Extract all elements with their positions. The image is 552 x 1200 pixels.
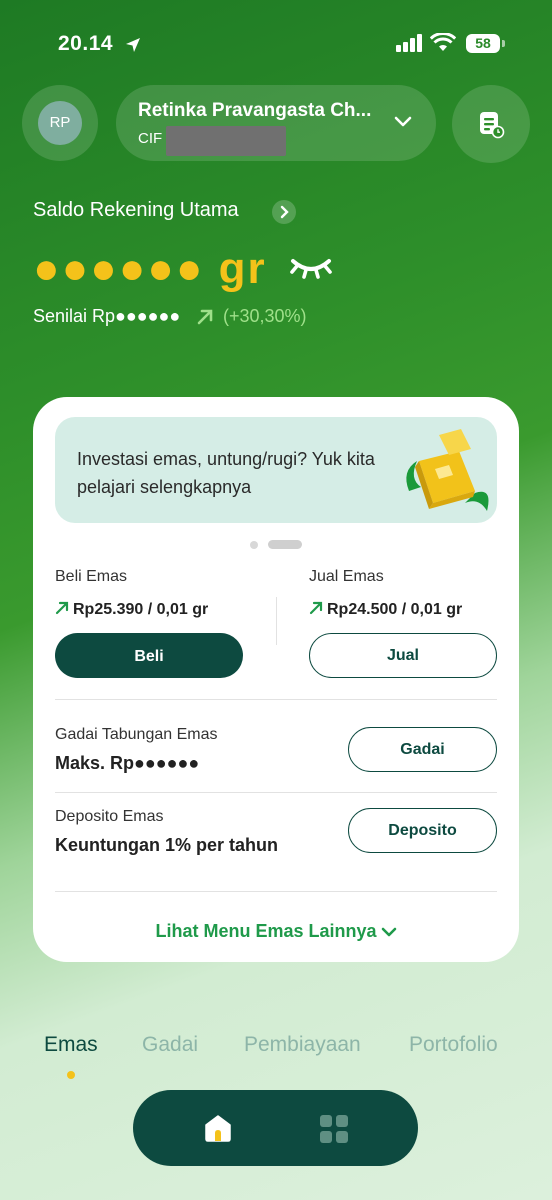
home-icon[interactable] [203, 1114, 233, 1142]
bottom-navigation [133, 1090, 418, 1166]
battery-indicator: 58 [466, 34, 500, 53]
carousel-dot-active[interactable] [268, 540, 302, 549]
divider [55, 792, 497, 793]
buy-button[interactable]: Beli [55, 633, 243, 678]
carousel-dot[interactable] [250, 541, 258, 549]
active-tab-indicator [67, 1071, 75, 1079]
divider [276, 597, 277, 645]
deposit-profit: Keuntungan 1% per tahun [55, 835, 279, 855]
balance-detail-button[interactable] [272, 200, 296, 224]
account-selector[interactable]: Retinka Pravangasta Ch... CIF [116, 85, 436, 161]
chevron-right-icon [280, 205, 289, 219]
divider [55, 699, 497, 700]
avatar-button[interactable]: RP [22, 85, 98, 161]
battery-tip [502, 40, 505, 47]
gold-bars-illustration [406, 429, 489, 511]
chevron-down-icon [381, 927, 396, 937]
eye-closed-icon[interactable] [289, 255, 333, 281]
balance-label: Saldo Rekening Utama [33, 199, 239, 221]
trend-up-icon [197, 309, 213, 325]
tab-pembiayaan[interactable]: Pembiayaan [244, 1033, 361, 1057]
promo-banner-text: Investasi emas, untung/rugi? Yuk kita pe… [77, 449, 375, 497]
avatar: RP [38, 101, 82, 145]
chevron-down-icon [394, 116, 412, 127]
sell-button[interactable]: Jual [309, 633, 497, 678]
sell-gold-label: Jual Emas [309, 568, 384, 585]
tab-portofolio[interactable]: Portofolio [409, 1033, 498, 1057]
balance-equivalent: Senilai Rp●●●●●● [33, 306, 181, 326]
deposit-label: Deposito Emas [55, 808, 164, 825]
transaction-history-button[interactable] [452, 85, 530, 163]
trend-up-icon [309, 601, 323, 615]
account-name: Retinka Pravangasta Ch... [138, 100, 372, 121]
trend-up-icon [55, 601, 69, 615]
deposit-button[interactable]: Deposito [348, 808, 497, 853]
promo-banner[interactable]: Investasi emas, untung/rugi? Yuk kita pe… [55, 417, 497, 523]
cif-redacted [166, 126, 286, 156]
sell-gold-price-value: Rp24.500 / 0,01 gr [327, 601, 463, 618]
tab-gadai[interactable]: Gadai [142, 1033, 198, 1057]
buy-gold-label: Beli Emas [55, 568, 128, 585]
more-gold-menu-label: Lihat Menu Emas Lainnya [155, 921, 377, 941]
sell-gold-price: Rp24.500 / 0,01 gr [309, 601, 462, 619]
balance-change: (+30,30%) [223, 306, 307, 326]
more-gold-menu-link[interactable]: Lihat Menu Emas Lainnya [33, 921, 519, 942]
pawn-label: Gadai Tabungan Emas [55, 726, 218, 743]
buy-gold-price: Rp25.390 / 0,01 gr [55, 601, 208, 619]
document-clock-icon [480, 112, 505, 139]
cif-label: CIF [138, 130, 163, 147]
product-tabs: Emas Gadai Pembiayaan Portofolio [0, 1033, 552, 1063]
divider [55, 891, 497, 892]
location-arrow-icon [126, 38, 140, 52]
wifi-icon [430, 33, 456, 51]
grid-menu-icon[interactable] [319, 1114, 349, 1144]
pawn-button[interactable]: Gadai [348, 727, 497, 772]
status-time: 20.14 [58, 32, 114, 55]
signal-icon [396, 34, 422, 52]
tab-emas[interactable]: Emas [44, 1033, 98, 1057]
buy-gold-price-value: Rp25.390 / 0,01 gr [73, 601, 209, 618]
pawn-max-value: Maks. Rp●●●●●● [55, 753, 200, 773]
balance-value: ●●●●●● gr [33, 244, 267, 293]
gold-card: Investasi emas, untung/rugi? Yuk kita pe… [33, 397, 519, 962]
status-bar: 20.14 58 [0, 30, 552, 60]
